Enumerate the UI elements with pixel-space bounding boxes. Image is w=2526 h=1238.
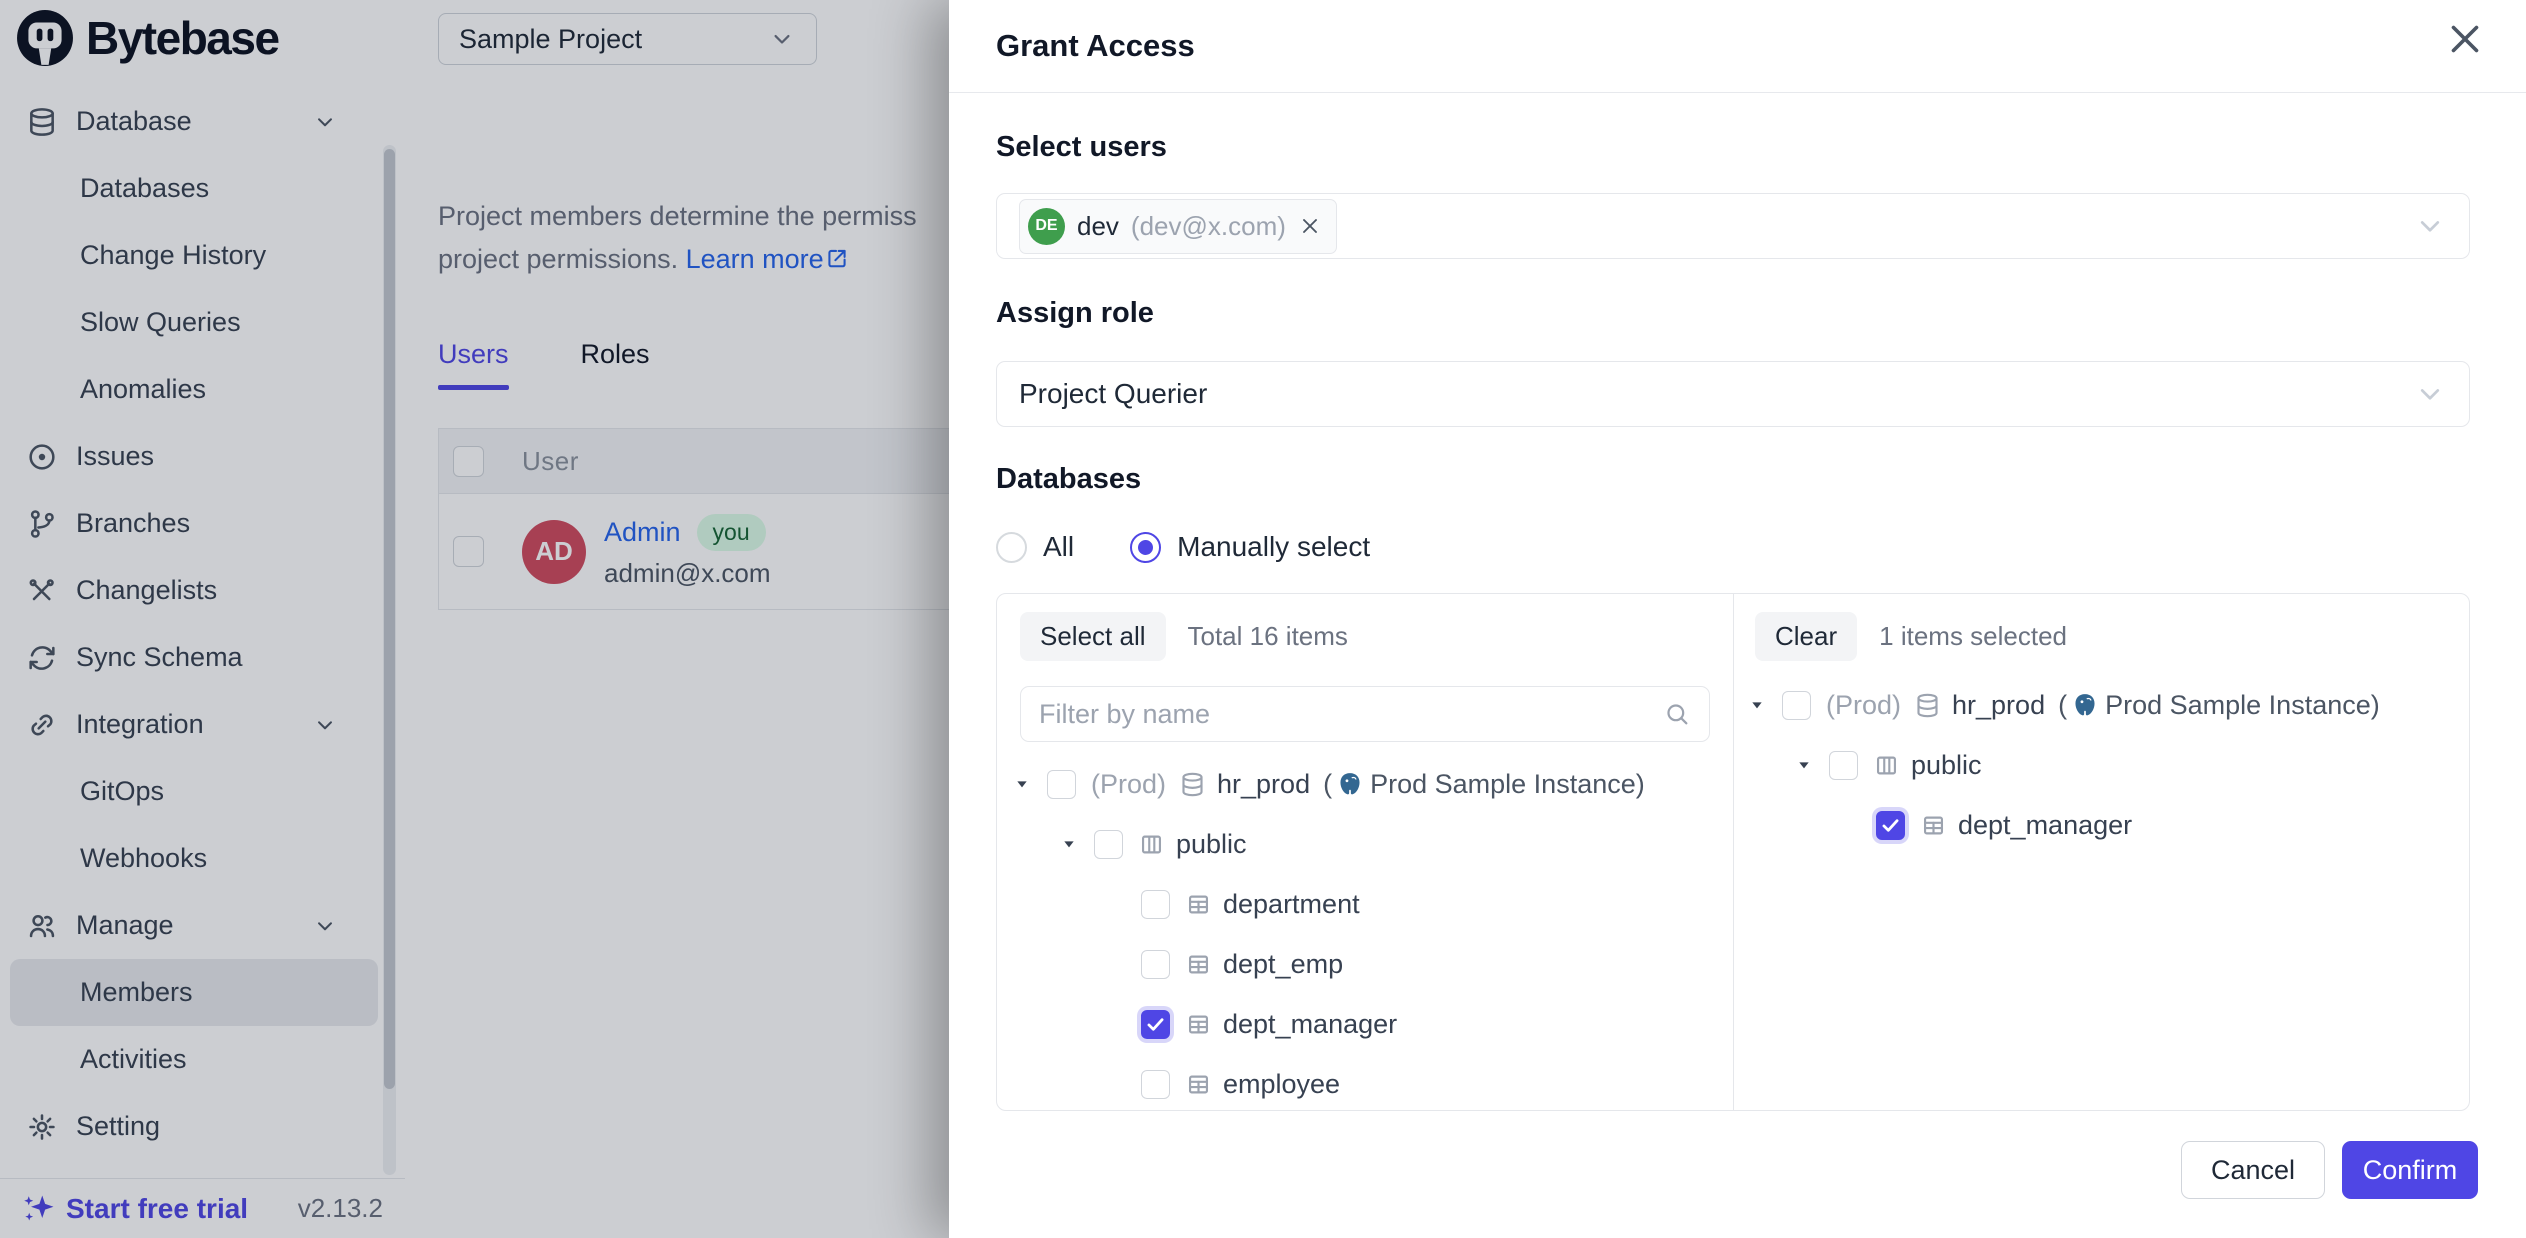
schema-icon [1138,831,1165,858]
selected-tree: (Prod) hr_prod ( Prod Sample Instance) publi… [1734,675,2469,1109]
checkbox[interactable] [1141,950,1170,979]
node-name: department [1223,889,1360,920]
tree-row-hr_prod: (Prod) hr_prod ( Prod Sample Instance) [1734,675,2469,735]
selected-count-label: 1 items selected [1879,621,2067,652]
caret-spacer [1108,1074,1141,1094]
instance-name: Prod Sample Instance) [2105,690,2380,721]
table-icon [1185,951,1212,978]
role-select[interactable]: Project Querier [996,361,2470,427]
grant-access-drawer: Grant Access Select users DE dev (dev@x.… [949,0,2526,1238]
tree-row-department: department [997,874,1733,934]
node-name: hr_prod [1952,690,2045,721]
postgres-icon [1337,771,1363,797]
app-window: Bytebase DatabaseDatabasesChange History… [0,0,2526,1238]
radio-circle-selected [1130,532,1161,563]
tree-row-public: public [1734,735,2469,795]
chip-user-name: dev [1077,211,1119,242]
caret-spacer [1843,815,1876,835]
caret-down-icon[interactable] [1796,755,1829,775]
source-pane: Select all Total 16 items Filter by name… [997,594,1734,1110]
caret-spacer [1108,954,1141,974]
select-users-label: Select users [996,131,1167,164]
search-icon [1663,700,1691,728]
role-select-value: Project Querier [1019,378,1207,410]
env-label: (Prod) [1091,769,1166,800]
checkbox[interactable] [1047,770,1076,799]
clear-button[interactable]: Clear [1755,612,1857,661]
checkbox[interactable] [1141,890,1170,919]
caret-down-icon[interactable] [1749,695,1782,715]
filter-input[interactable]: Filter by name [1020,686,1710,742]
schema-icon [1873,752,1900,779]
databases-label: Databases [996,463,1141,496]
caret-down-icon[interactable] [1061,834,1094,854]
tree-row-employee: employee [997,1054,1733,1109]
select-all-button[interactable]: Select all [1020,612,1166,661]
node-name: public [1911,750,1982,781]
database-icon [1914,692,1941,719]
checkbox[interactable] [1829,751,1858,780]
close-icon[interactable] [2442,16,2488,62]
checkbox-checked[interactable] [1141,1010,1170,1039]
radio-circle [996,532,1027,563]
chevron-down-icon [2413,377,2447,411]
node-name: hr_prod [1217,769,1310,800]
table-icon [1920,812,1947,839]
node-name: employee [1223,1069,1340,1100]
confirm-button[interactable]: Confirm [2342,1141,2478,1199]
tree-row-hr_prod: (Prod) hr_prod ( Prod Sample Instance) [997,754,1733,814]
tree-row-dept_manager: dept_manager [997,994,1733,1054]
total-items-label: Total 16 items [1188,621,1348,652]
database-scope-radios: All Manually select [996,531,1370,563]
caret-spacer [1108,1014,1141,1034]
drawer-header: Grant Access [949,0,2526,93]
select-users-input[interactable]: DE dev (dev@x.com) [996,193,2470,259]
postgres-icon [2072,692,2098,718]
caret-spacer [1108,894,1141,914]
source-tree: (Prod) hr_prod ( Prod Sample Instance) publi… [997,754,1733,1109]
avatar: DE [1028,208,1065,245]
selected-pane: Clear 1 items selected (Prod)hr_prod(Pro… [1734,594,2469,1110]
cancel-button[interactable]: Cancel [2181,1141,2325,1199]
tree-row-public: public [997,814,1733,874]
database-icon [1179,771,1206,798]
checkbox[interactable] [1094,830,1123,859]
chip-user-email: (dev@x.com) [1131,211,1286,242]
filter-placeholder: Filter by name [1039,699,1210,730]
table-icon [1185,1071,1212,1098]
selected-user-chip: DE dev (dev@x.com) [1019,199,1337,254]
instance-paren: ( [2058,690,2067,721]
env-label: (Prod) [1826,690,1901,721]
database-transfer: Select all Total 16 items Filter by name… [996,593,2470,1111]
tree-row-dept_manager: dept_manager [1734,795,2469,855]
checkbox[interactable] [1782,691,1811,720]
checkbox-checked[interactable] [1876,811,1905,840]
instance-paren: ( [1323,769,1332,800]
assign-role-label: Assign role [996,297,1154,330]
instance-name: Prod Sample Instance) [1370,769,1645,800]
tree-row-dept_emp: dept_emp [997,934,1733,994]
node-name: dept_manager [1958,810,2132,841]
table-icon [1185,1011,1212,1038]
remove-user-icon[interactable] [1298,214,1322,238]
radio-manually-select[interactable]: Manually select [1130,531,1370,563]
modal-backdrop[interactable] [0,0,949,1238]
chevron-down-icon [2413,209,2447,243]
caret-down-icon[interactable] [1014,774,1047,794]
checkbox[interactable] [1141,1070,1170,1099]
drawer-title: Grant Access [996,28,1195,64]
node-name: dept_manager [1223,1009,1397,1040]
node-name: dept_emp [1223,949,1343,980]
radio-all[interactable]: All [996,531,1074,563]
table-icon [1185,891,1212,918]
node-name: public [1176,829,1247,860]
